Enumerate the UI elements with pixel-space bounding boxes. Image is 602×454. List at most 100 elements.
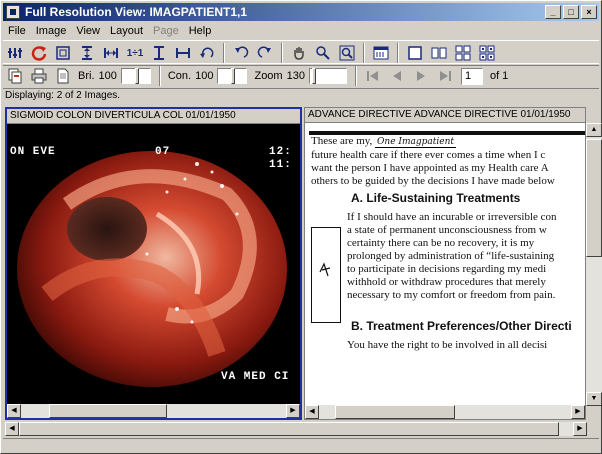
levels-icon[interactable] — [4, 42, 26, 64]
brightness-slider[interactable] — [120, 68, 151, 84]
actual-size-icon[interactable]: 1÷1 — [124, 42, 146, 64]
zoom-slider[interactable] — [308, 68, 347, 84]
contrast-label: Con. — [167, 70, 192, 82]
undo-icon[interactable] — [196, 42, 218, 64]
doc-line: want the person I have appointed as my H… — [311, 162, 549, 174]
pane-header: ADVANCE DIRECTIVE ADVANCE DIRECTIVE 01/0… — [305, 108, 585, 123]
scroll-right-icon[interactable]: ▶ — [573, 422, 587, 436]
app-icon — [6, 5, 20, 19]
endoscopy-picture — [17, 151, 287, 387]
doc-line: These are my, One Imagpatient — [311, 135, 456, 148]
layout-3x3-icon[interactable] — [476, 42, 498, 64]
menu-file[interactable]: File — [3, 25, 31, 37]
title-bar[interactable]: Full Resolution View: IMAGPATIENT1,1 _ □… — [3, 3, 599, 21]
doc-line: withhold or withdraw procedures that mer… — [347, 276, 546, 288]
toolbar-separator — [281, 43, 283, 63]
menu-page: Page — [153, 25, 179, 37]
scroll-right-icon[interactable]: ▶ — [571, 405, 585, 419]
toolbar-separator — [397, 43, 399, 63]
overlay-text-top-mid: 07 — [155, 146, 171, 158]
rotate-right-icon[interactable] — [254, 42, 276, 64]
menu-view[interactable]: View — [71, 25, 105, 37]
scroll-left-icon[interactable]: ◀ — [5, 422, 19, 436]
brightness-label: Bri. — [78, 70, 95, 82]
contrast-value: 100 — [195, 70, 214, 82]
adjust-toolbar: Bri. 100 Con. 100 Zoom 130 1 of 1 — [3, 63, 599, 89]
previous-page-icon[interactable] — [386, 65, 408, 87]
overlay-text-top-left: ON EVE — [10, 146, 56, 158]
scroll-up-icon[interactable]: ▲ — [586, 123, 602, 137]
fit-height-icon[interactable] — [76, 42, 98, 64]
doc-line: others to be guided by the decisions I h… — [311, 175, 555, 187]
window-title: Full Resolution View: IMAGPATIENT1,1 — [25, 5, 248, 19]
pane2-vertical-scrollbar[interactable]: ▲ ▼ — [586, 123, 602, 406]
section-b-heading: B. Treatment Preferences/Other Directi — [351, 319, 572, 333]
document-icon[interactable] — [52, 65, 74, 87]
initials-box — [311, 227, 341, 323]
doc-line: If I should have an incurable or irrever… — [347, 211, 557, 223]
last-page-icon[interactable] — [434, 65, 456, 87]
fit-width-icon[interactable] — [100, 42, 122, 64]
first-page-icon[interactable] — [362, 65, 384, 87]
scroll-thumb[interactable] — [19, 422, 559, 436]
flip-horizontal-icon[interactable] — [172, 42, 194, 64]
scroll-thumb[interactable] — [586, 139, 602, 257]
scroll-down-icon[interactable]: ▼ — [586, 392, 602, 406]
viewer-horizontal-scrollbar[interactable]: ◀ ▶ — [5, 422, 587, 436]
layout-2x1-icon[interactable] — [428, 42, 450, 64]
layout-1x1-icon[interactable] — [404, 42, 426, 64]
toolbar-separator — [158, 66, 161, 86]
scroll-left-icon[interactable]: ◀ — [7, 404, 21, 418]
fit-to-window-icon[interactable] — [52, 42, 74, 64]
pane-header: SIGMOID COLON DIVERTICULA COL 01/01/1950 — [7, 109, 300, 124]
magnify-icon[interactable] — [336, 42, 358, 64]
pan-hand-icon[interactable] — [288, 42, 310, 64]
handwritten-name: One Imagpatient — [375, 137, 456, 148]
brightness-value: 100 — [98, 70, 117, 82]
reset-icon[interactable] — [28, 42, 50, 64]
flip-vertical-icon[interactable] — [148, 42, 170, 64]
section-a-heading: A. Life-Sustaining Treatments — [351, 191, 521, 205]
maximize-button[interactable]: □ — [563, 5, 579, 19]
document-image[interactable]: These are my, One Imagpatient future hea… — [305, 123, 585, 405]
overlay-text-top-right-2: 11: — [269, 159, 292, 171]
menu-help[interactable]: Help — [184, 25, 217, 37]
print-icon[interactable] — [28, 65, 50, 87]
zoom-label: Zoom — [254, 70, 283, 82]
zoom-tool-icon[interactable] — [312, 42, 334, 64]
doc-line: future health care if there ever comes a… — [311, 149, 546, 161]
doc-line: You have the right to be involved in all… — [347, 339, 548, 351]
image-info-icon[interactable] — [370, 42, 392, 64]
minimize-button[interactable]: _ — [545, 5, 561, 19]
next-page-icon[interactable] — [410, 65, 432, 87]
doc-line: prolonged by administration of “life-sus… — [347, 250, 555, 262]
main-window: Full Resolution View: IMAGPATIENT1,1 _ □… — [0, 0, 602, 454]
status-bar — [3, 438, 599, 452]
scroll-thumb[interactable] — [49, 404, 167, 418]
scroll-right-icon[interactable]: ▶ — [286, 404, 300, 418]
copy-icon[interactable] — [4, 65, 26, 87]
doc-line: to participate in decisions regarding my… — [347, 263, 547, 275]
doc-line: certainty there can be no recovery, it i… — [347, 237, 535, 249]
close-button[interactable]: × — [581, 5, 597, 19]
rotate-left-icon[interactable] — [230, 42, 252, 64]
scroll-left-icon[interactable]: ◀ — [305, 405, 319, 419]
layout-2x2-icon[interactable] — [452, 42, 474, 64]
scroll-thumb[interactable] — [335, 405, 455, 419]
zoom-value: 130 — [286, 70, 305, 82]
toolbar-separator — [363, 43, 365, 63]
menu-layout[interactable]: Layout — [105, 25, 148, 37]
toolbar-separator — [223, 43, 225, 63]
menu-bar: File Image View Layout Page Help — [3, 22, 216, 40]
pane1-horizontal-scrollbar[interactable]: ◀ ▶ — [7, 404, 300, 418]
contrast-slider[interactable] — [217, 68, 248, 84]
status-text: Displaying: 2 of 2 Images. — [5, 90, 121, 101]
image-pane-endoscopy[interactable]: SIGMOID COLON DIVERTICULA COL 01/01/1950 — [5, 107, 302, 420]
page-number-input[interactable]: 1 — [460, 67, 483, 85]
page-count-label: of 1 — [489, 70, 509, 82]
image-pane-document[interactable]: ADVANCE DIRECTIVE ADVANCE DIRECTIVE 01/0… — [304, 107, 602, 420]
overlay-text-bottom: VA MED CI — [221, 371, 290, 383]
menu-image[interactable]: Image — [31, 25, 72, 37]
pane2-horizontal-scrollbar[interactable]: ◀ ▶ — [305, 405, 585, 419]
endoscopy-image[interactable]: ON EVE 07 12: 11: VA MED CI — [7, 124, 300, 404]
